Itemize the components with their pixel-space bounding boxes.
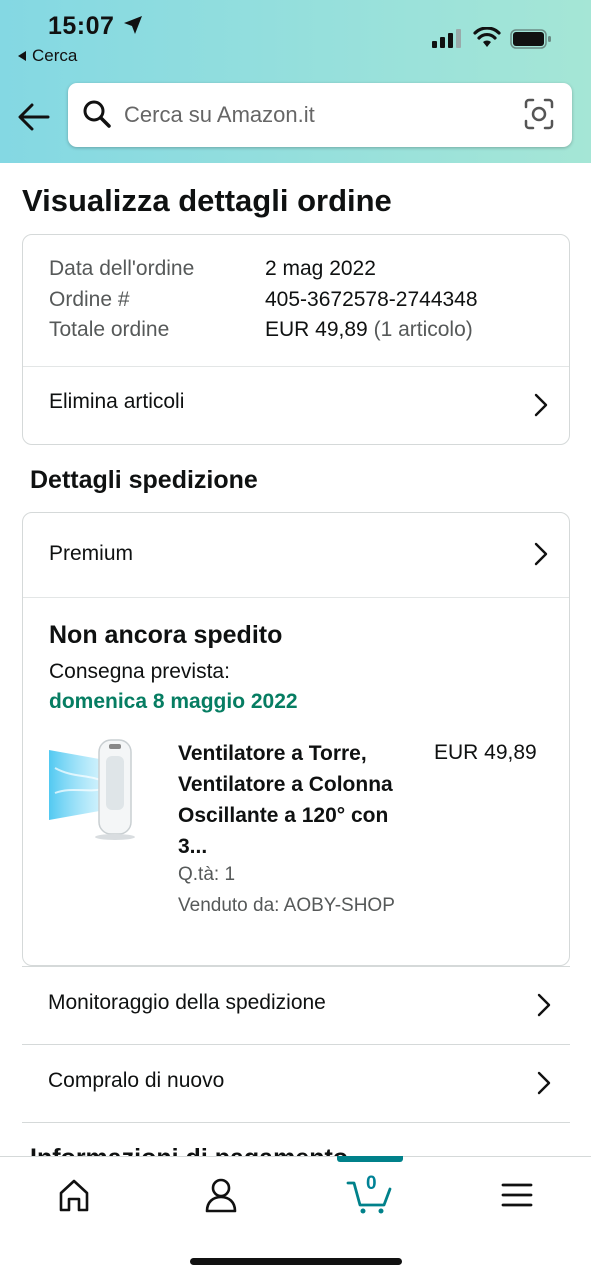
location-arrow-icon <box>124 16 142 34</box>
order-number-value: 405-3672578-2744348 <box>265 288 478 311</box>
back-triangle-icon <box>18 51 26 61</box>
product-title[interactable]: Ventilatore a Torre, Ventilatore a Colon… <box>178 738 418 862</box>
order-total-value: EUR 49,89 <box>265 318 368 341</box>
product-image[interactable] <box>49 738 157 842</box>
payment-section-title: Informazioni di pagamento <box>30 1138 348 1157</box>
divider <box>23 597 569 598</box>
delivery-label: Consegna prevista: <box>49 660 230 683</box>
shipping-section-title: Dettagli spedizione <box>30 466 258 494</box>
order-date-value: 2 mag 2022 <box>265 257 376 280</box>
back-arrow-icon[interactable] <box>16 100 52 134</box>
chevron-right-icon <box>534 542 548 566</box>
delete-items-label: Elimina articoli <box>49 390 185 413</box>
order-summary-card: Data dell'ordine 2 mag 2022 Ordine # 405… <box>22 234 570 445</box>
chevron-right-icon <box>534 393 548 417</box>
status-time: 15:07 <box>48 12 115 40</box>
menu-icon[interactable] <box>487 1175 547 1215</box>
order-total-label: Totale ordine <box>49 318 170 341</box>
divider <box>22 1122 570 1123</box>
search-input[interactable] <box>124 95 514 135</box>
product-quantity: Q.tà: 1 <box>178 864 236 885</box>
back-app-label: Cerca <box>32 46 78 65</box>
page-title: Visualizza dettagli ordine <box>22 183 392 218</box>
active-tab-indicator <box>337 1156 403 1162</box>
battery-icon <box>510 29 551 49</box>
shipping-method-label: Premium <box>49 542 134 565</box>
track-shipment-label: Monitoraggio della spedizione <box>48 991 326 1014</box>
home-indicator[interactable] <box>190 1258 402 1265</box>
cellular-signal-icon <box>432 29 461 48</box>
order-item-count: (1 articolo) <box>373 318 473 341</box>
order-number-label: Ordine # <box>49 288 130 311</box>
product-seller: Venduto da: AOBY-SHOP <box>178 895 395 916</box>
delete-items-row[interactable]: Elimina articoli <box>23 367 569 445</box>
home-icon[interactable] <box>44 1175 104 1215</box>
cart-count-badge: 0 <box>366 1173 377 1194</box>
search-icon <box>83 100 111 128</box>
track-shipment-row[interactable]: Monitoraggio della spedizione <box>22 966 570 1044</box>
account-icon[interactable] <box>191 1175 251 1215</box>
chevron-right-icon <box>537 1071 551 1095</box>
buy-again-label: Compralo di nuovo <box>48 1069 225 1092</box>
product-price: EUR 49,89 <box>434 741 537 764</box>
delivery-date: domenica 8 maggio 2022 <box>49 690 298 713</box>
search-bar[interactable] <box>68 83 572 147</box>
order-date-label: Data dell'ordine <box>49 257 195 280</box>
wifi-icon <box>473 27 501 47</box>
buy-again-row[interactable]: Compralo di nuovo <box>22 1044 570 1122</box>
shipment-status: Non ancora spedito <box>49 621 283 649</box>
back-to-app-link[interactable]: Cerca <box>18 46 77 66</box>
shipping-method-row[interactable]: Premium <box>23 513 569 597</box>
app-header: 15:07 Cerca <box>0 0 591 163</box>
camera-scan-icon[interactable] <box>524 98 554 130</box>
shipment-card: Premium Non ancora spedito Consegna prev… <box>22 512 570 966</box>
chevron-right-icon <box>537 993 551 1017</box>
order-total: EUR 49,89 (1 articolo) <box>265 318 473 342</box>
